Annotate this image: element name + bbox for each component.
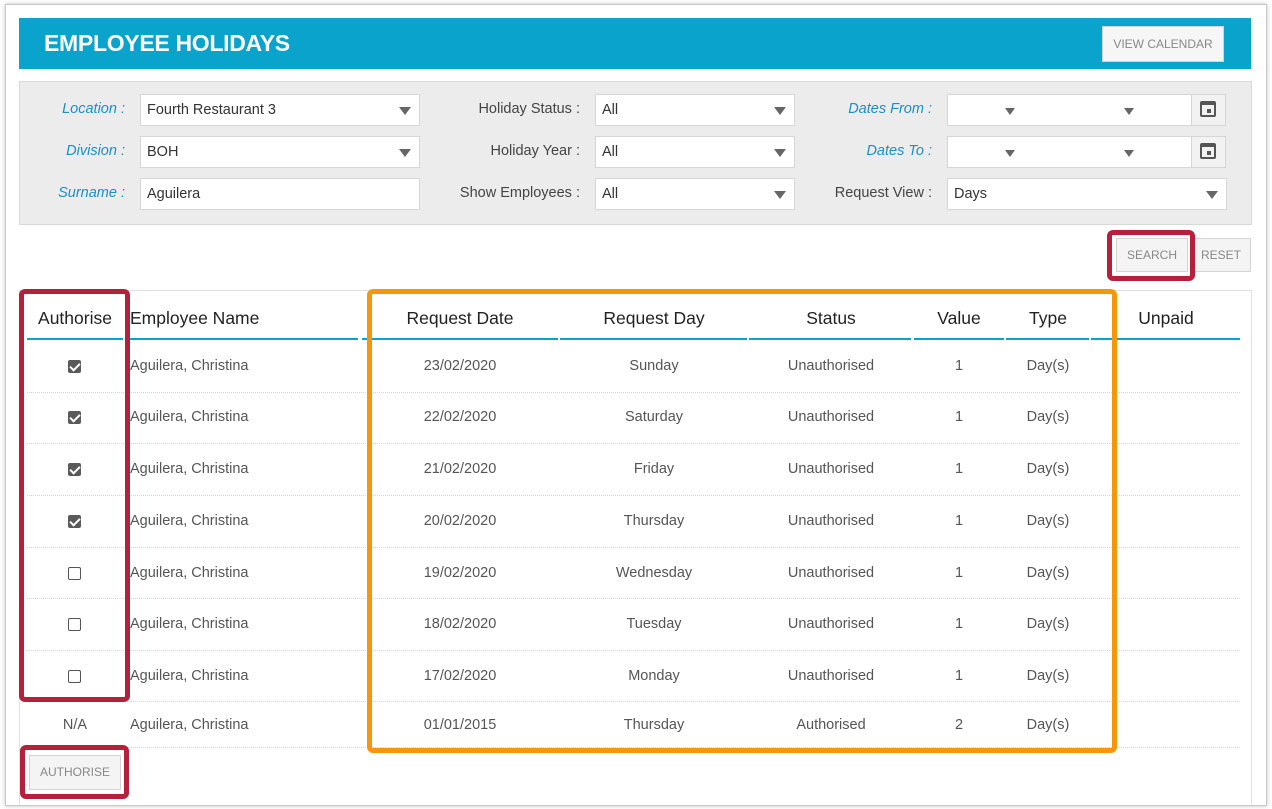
chevron-down-icon (774, 107, 786, 115)
location-value: Fourth Restaurant 3 (147, 102, 276, 118)
surname-input[interactable]: Aguilera (140, 178, 420, 210)
view-calendar-button[interactable]: VIEW CALENDAR (1102, 26, 1224, 62)
request-view-select[interactable]: Days (947, 178, 1227, 210)
request-view-value: Days (954, 186, 988, 202)
request-details-highlight (367, 289, 1117, 753)
holiday-year-label: Holiday Year : (490, 143, 580, 159)
chevron-down-icon[interactable] (1005, 108, 1015, 115)
holiday-status-label: Holiday Status : (478, 101, 580, 117)
chevron-down-icon (774, 191, 786, 199)
cell-name: Aguilera, Christina (130, 668, 249, 684)
header-underline (125, 338, 358, 340)
location-label: Location : (62, 101, 125, 117)
page-title: EMPLOYEE HOLIDAYS (44, 30, 290, 56)
search-highlight (1107, 230, 1195, 281)
division-label: Division : (66, 143, 125, 159)
chevron-down-icon (399, 149, 411, 157)
holiday-year-select[interactable]: All (595, 136, 795, 168)
chevron-down-icon[interactable] (1124, 150, 1134, 157)
division-select[interactable]: BOH (140, 136, 420, 168)
holiday-status-select[interactable]: All (595, 94, 795, 126)
chevron-down-icon[interactable] (1124, 108, 1134, 115)
dates-to-picker[interactable] (947, 136, 1226, 168)
request-view-label: Request View : (834, 185, 932, 201)
chevron-down-icon (399, 107, 411, 115)
chevron-down-icon[interactable] (1005, 150, 1015, 157)
cell-name: Aguilera, Christina (130, 358, 249, 374)
cell-name: Aguilera, Christina (130, 565, 249, 581)
cell-name: Aguilera, Christina (130, 409, 249, 425)
surname-label: Surname : (58, 185, 125, 201)
dates-to-calendar-button[interactable] (1191, 137, 1225, 167)
authorise-column-highlight (19, 289, 130, 702)
show-employees-value: All (602, 186, 619, 202)
holiday-year-value: All (602, 144, 619, 160)
division-value: BOH (147, 144, 179, 160)
cell-name: Aguilera, Christina (130, 461, 249, 477)
surname-value: Aguilera (147, 186, 201, 202)
dates-from-label: Dates From : (848, 101, 932, 117)
show-employees-select[interactable]: All (595, 178, 795, 210)
holiday-status-value: All (602, 102, 619, 118)
authorise-button-highlight (20, 745, 129, 799)
reset-button[interactable]: RESET (1191, 238, 1251, 272)
cell-name: Aguilera, Christina (130, 513, 249, 529)
dates-to-label: Dates To : (866, 143, 932, 159)
calendar-icon (1200, 143, 1216, 159)
dates-from-calendar-button[interactable] (1191, 95, 1225, 125)
location-select[interactable]: Fourth Restaurant 3 (140, 94, 420, 126)
cell-name: Aguilera, Christina (130, 717, 249, 733)
show-employees-label: Show Employees : (459, 185, 580, 201)
page-header: EMPLOYEE HOLIDAYS VIEW CALENDAR (19, 18, 1251, 69)
dates-from-picker[interactable] (947, 94, 1226, 126)
cell-name: Aguilera, Christina (130, 616, 249, 632)
column-header-employee-name[interactable]: Employee Name (130, 308, 259, 329)
calendar-icon (1200, 101, 1216, 117)
chevron-down-icon (774, 149, 786, 157)
chevron-down-icon (1206, 191, 1218, 199)
authorise-na: N/A (62, 717, 88, 733)
